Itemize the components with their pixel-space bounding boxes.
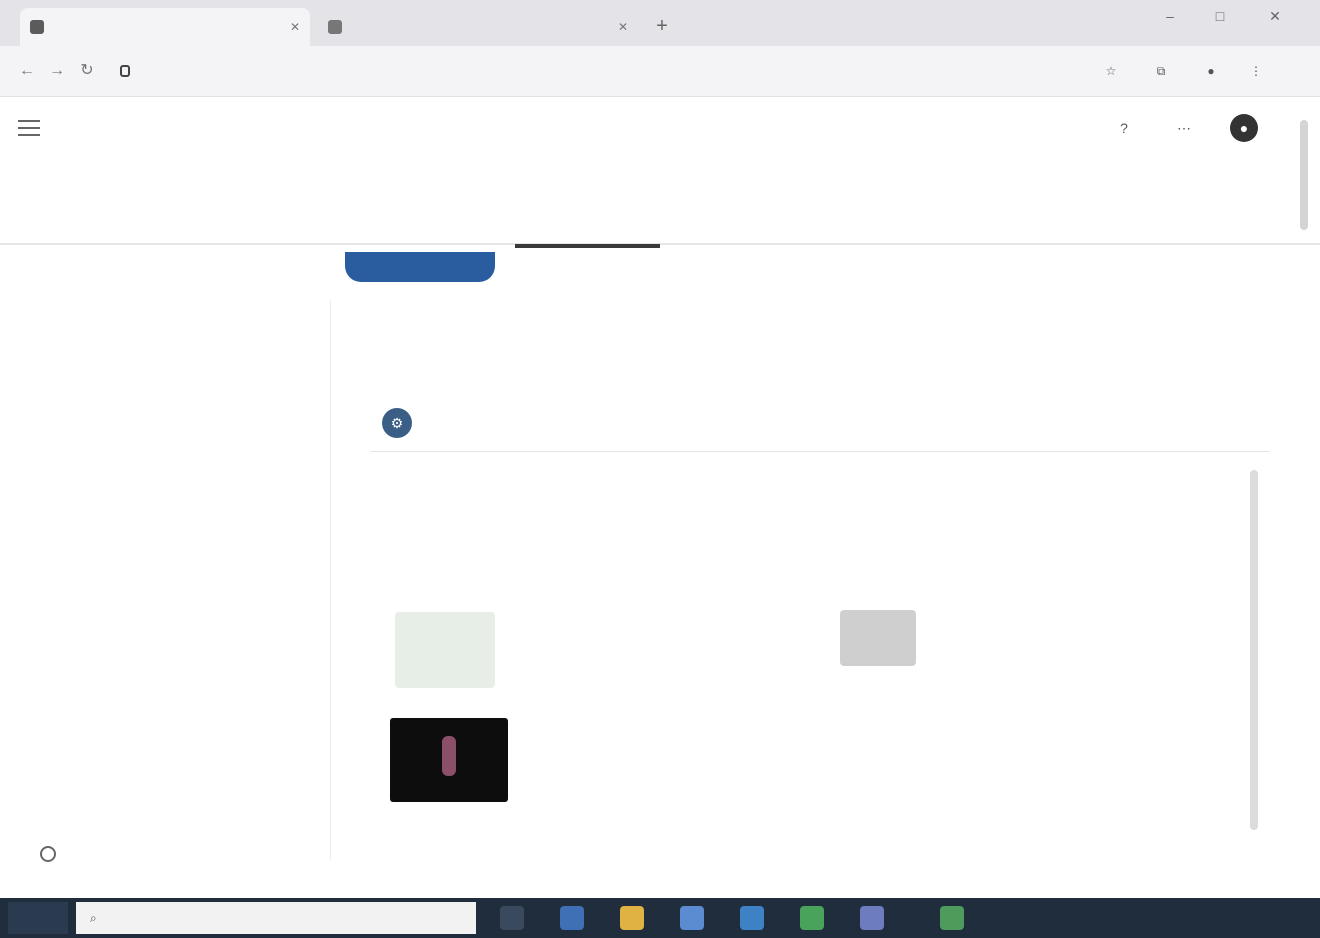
- sidebar-settings[interactable]: [40, 846, 66, 862]
- close-icon[interactable]: ✕: [618, 20, 628, 34]
- video-thumbnail[interactable]: [390, 718, 508, 802]
- back-icon[interactable]: ←: [14, 58, 40, 84]
- forward-icon[interactable]: →: [44, 58, 70, 84]
- extensions-icon[interactable]: ⧉: [1150, 60, 1172, 82]
- browser-tab-active[interactable]: ✕: [20, 8, 310, 46]
- figure-image: [442, 736, 456, 776]
- settings-icon: ⚙: [382, 408, 412, 438]
- maximize-button[interactable]: □: [1200, 8, 1240, 24]
- help-icon[interactable]: ?: [1110, 114, 1138, 142]
- mail-icon[interactable]: [740, 906, 764, 930]
- header-divider: [0, 243, 1320, 245]
- address-bar[interactable]: [110, 53, 1090, 89]
- subtab-selected[interactable]: [515, 244, 660, 251]
- primary-pill-button[interactable]: [345, 252, 495, 282]
- new-tab-button[interactable]: +: [648, 12, 676, 40]
- start-button[interactable]: [8, 902, 68, 934]
- apps-icon[interactable]: ⋯: [1170, 114, 1198, 142]
- menu-icon[interactable]: ⋮: [1245, 60, 1267, 82]
- close-window-button[interactable]: ✕: [1255, 8, 1295, 25]
- hamburger-menu-icon[interactable]: [18, 120, 40, 138]
- lock-icon: [120, 65, 130, 77]
- close-icon[interactable]: ✕: [290, 20, 300, 34]
- account-row[interactable]: [370, 395, 1270, 452]
- qr-code-image[interactable]: [840, 610, 916, 666]
- thumbnail-image[interactable]: [395, 612, 495, 688]
- favicon-icon: [328, 20, 342, 34]
- task-view-icon[interactable]: [500, 906, 524, 930]
- edge-icon[interactable]: [560, 906, 584, 930]
- profile-icon[interactable]: ●: [1200, 60, 1222, 82]
- store-icon[interactable]: [680, 906, 704, 930]
- panel-scrollbar[interactable]: [1250, 470, 1258, 830]
- reload-icon[interactable]: ↻: [74, 58, 100, 84]
- page-scrollbar[interactable]: [1300, 120, 1308, 230]
- taskbar-search[interactable]: ⌕: [76, 902, 476, 934]
- app-icon[interactable]: [860, 906, 884, 930]
- explorer-icon[interactable]: [620, 906, 644, 930]
- app-icon[interactable]: [940, 906, 964, 930]
- browser-tab[interactable]: ✕: [318, 8, 638, 46]
- search-icon: ⌕: [90, 910, 97, 925]
- avatar[interactable]: ●: [1230, 114, 1258, 142]
- favicon-icon: [30, 20, 44, 34]
- minimize-button[interactable]: –: [1150, 8, 1190, 24]
- gear-icon: [40, 846, 56, 862]
- chrome-icon[interactable]: [800, 906, 824, 930]
- sidebar-divider: [330, 300, 331, 860]
- bookmark-star-icon[interactable]: ☆: [1100, 60, 1122, 82]
- sidebar: [0, 290, 300, 890]
